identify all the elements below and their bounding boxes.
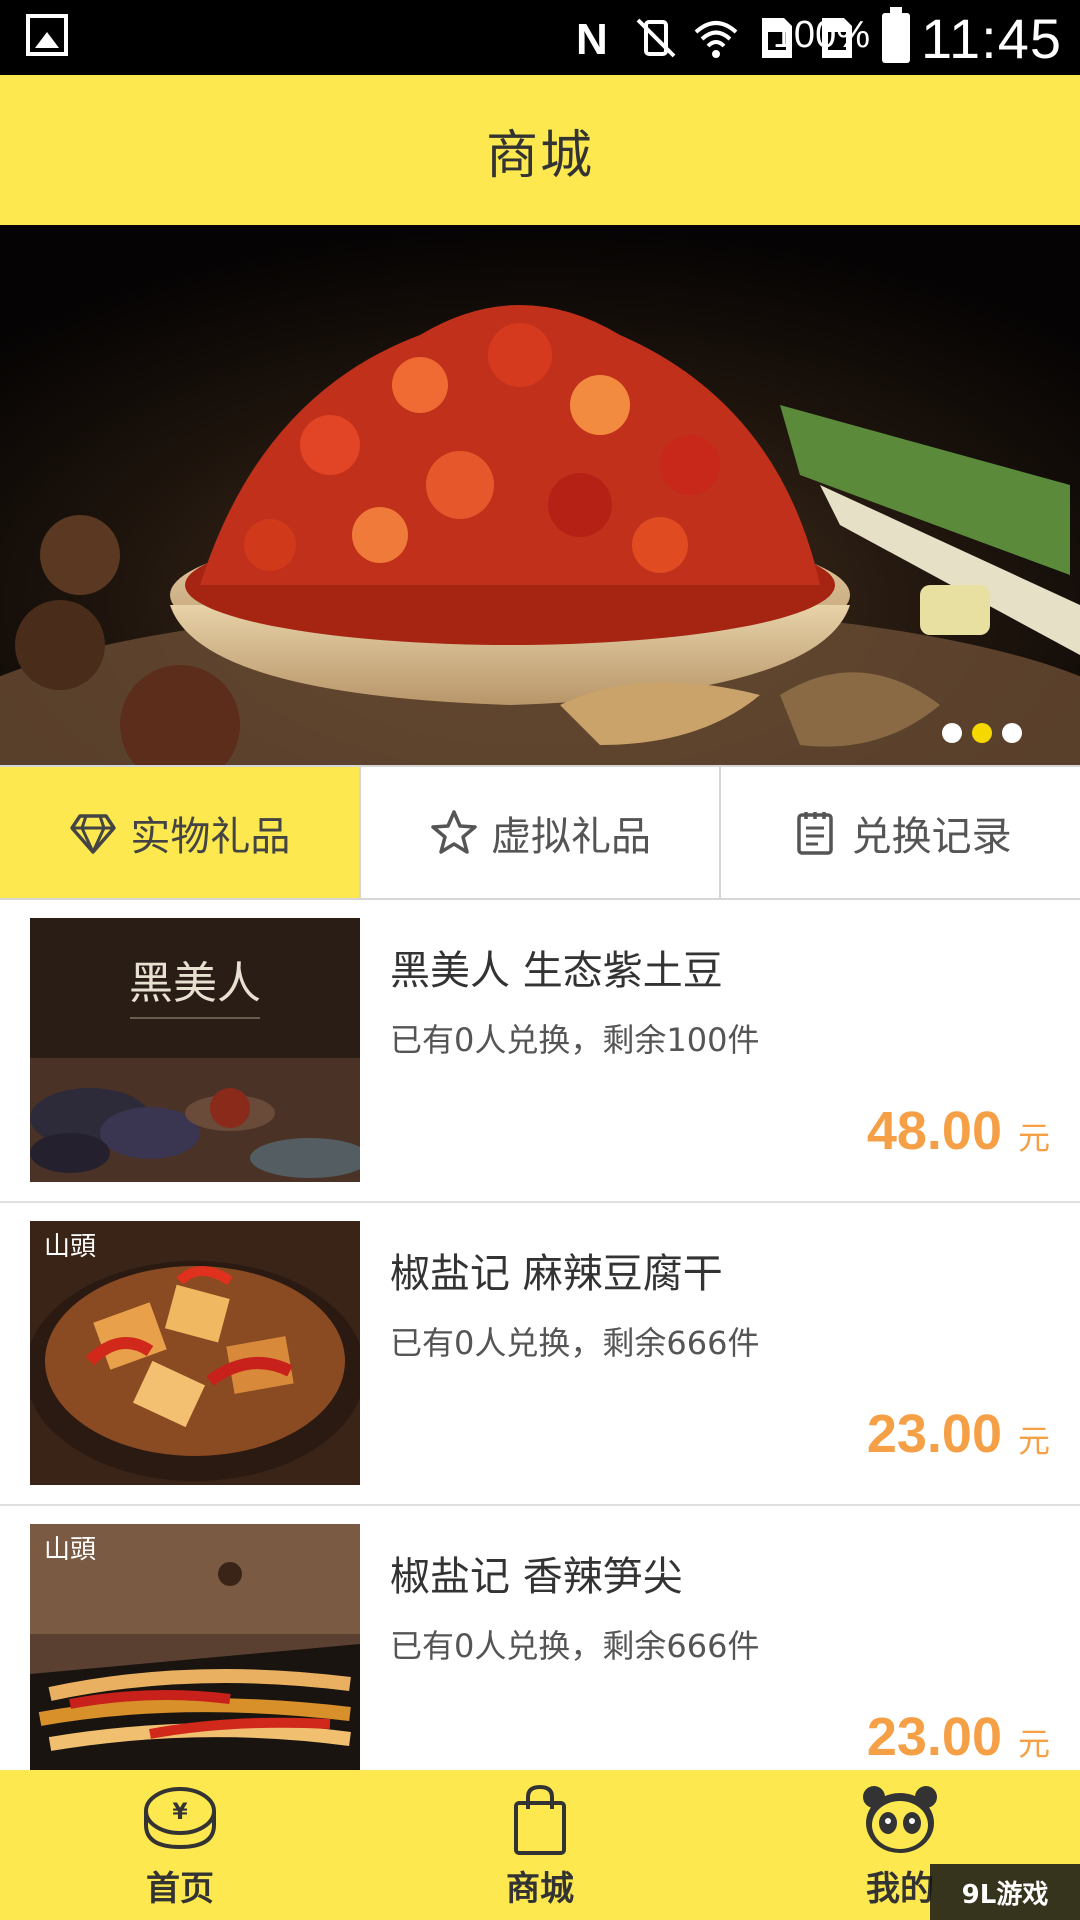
tab-label: 虚拟礼品 — [491, 813, 651, 860]
price-unit: 元 — [1017, 1725, 1050, 1763]
tab-label: 实物礼品 — [130, 813, 291, 860]
battery-icon — [882, 7, 910, 63]
battery-percentage: 100% — [772, 14, 870, 56]
nav-label: 首页 — [146, 1868, 214, 1909]
carousel-dot[interactable] — [1002, 723, 1022, 743]
nfc-icon: N — [576, 15, 608, 62]
product-name: 椒盐记 香辣笋尖 — [390, 1554, 683, 1600]
nav-mall[interactable]: 商城 — [360, 1770, 720, 1920]
carousel-indicator — [942, 723, 1022, 743]
product-item[interactable]: 黑美人 黑美人 生态紫土豆 已有0人兑换，剩余100件 48.00 元 — [0, 900, 1080, 1203]
tab-physical-gifts[interactable]: 实物礼品 — [0, 767, 361, 898]
carousel-dot[interactable] — [942, 723, 962, 743]
thumb-title: 黑美人 — [129, 958, 261, 1009]
price-value: 23.00 — [866, 1707, 1002, 1767]
nav-label: 商城 — [506, 1868, 574, 1909]
banner-image — [0, 225, 1080, 765]
product-item[interactable]: 山頭 椒盐记 麻辣豆腐干 已有0人兑换，剩余666件 23.00 元 — [0, 1203, 1080, 1506]
tab-exchange-records[interactable]: 兑换记录 — [721, 767, 1080, 898]
product-stock: 已有0人兑换，剩余100件 — [390, 1021, 760, 1059]
tab-label: 兑换记录 — [851, 813, 1012, 860]
app-header: 商城 — [0, 75, 1080, 225]
product-list: 黑美人 黑美人 生态紫土豆 已有0人兑换，剩余100件 48.00 元 山頭 椒… — [0, 900, 1080, 1770]
product-item[interactable]: 山頭 椒盐记 香辣笋尖 已有0人兑换，剩余666件 23.00 元 — [0, 1506, 1080, 1770]
category-tabs: 实物礼品 虚拟礼品 兑换记录 — [0, 765, 1080, 900]
wifi-icon — [694, 21, 738, 58]
nav-label: 我的 — [866, 1868, 934, 1909]
shopping-bag-icon — [514, 1784, 566, 1855]
status-time: 11:45 — [921, 7, 1062, 70]
diamond-icon — [70, 813, 117, 854]
coin-icon: ¥ — [144, 1786, 216, 1849]
price-value: 48.00 — [866, 1101, 1002, 1161]
gallery-notification-icon — [26, 14, 68, 56]
svg-text:N: N — [576, 15, 608, 62]
clipboard-icon — [796, 811, 833, 855]
thumb-brand: 山頭 — [44, 1232, 96, 1262]
tab-virtual-gifts[interactable]: 虚拟礼品 — [360, 767, 722, 898]
price-unit: 元 — [1017, 1119, 1050, 1157]
product-name: 椒盐记 麻辣豆腐干 — [390, 1251, 723, 1297]
watermark-logo: 9L游戏 — [930, 1864, 1080, 1920]
banner-carousel[interactable] — [0, 225, 1080, 765]
product-image: 山頭 — [30, 1221, 360, 1485]
bottom-nav: ¥ 首页 商城 我的 — [0, 1770, 1080, 1920]
product-image: 山頭 — [30, 1524, 360, 1770]
nav-home[interactable]: ¥ 首页 — [0, 1770, 360, 1920]
product-stock: 已有0人兑换，剩余666件 — [390, 1627, 760, 1665]
page-title: 商城 — [485, 125, 594, 186]
app-screen: N 100% 11:45 商城 实物礼品 虚拟礼品 兑换记录 黑美人 黑美人 生… — [0, 0, 1080, 1920]
product-name: 黑美人 生态紫土豆 — [390, 948, 723, 994]
thumb-brand: 山頭 — [44, 1535, 96, 1565]
product-image: 黑美人 — [30, 918, 360, 1182]
product-price: 23.00 元 — [867, 1706, 1050, 1768]
star-icon — [431, 809, 477, 854]
vibrate-mute-icon — [636, 18, 676, 58]
carousel-dot-active[interactable] — [972, 723, 992, 743]
product-price: 23.00 元 — [867, 1403, 1050, 1465]
price-unit: 元 — [1017, 1422, 1050, 1460]
status-bar: N 100% 11:45 — [0, 0, 1080, 75]
product-price: 48.00 元 — [867, 1100, 1050, 1162]
panda-icon — [863, 1785, 937, 1853]
svg-text:¥: ¥ — [172, 1800, 188, 1825]
price-value: 23.00 — [866, 1404, 1002, 1464]
product-stock: 已有0人兑换，剩余666件 — [390, 1324, 760, 1362]
